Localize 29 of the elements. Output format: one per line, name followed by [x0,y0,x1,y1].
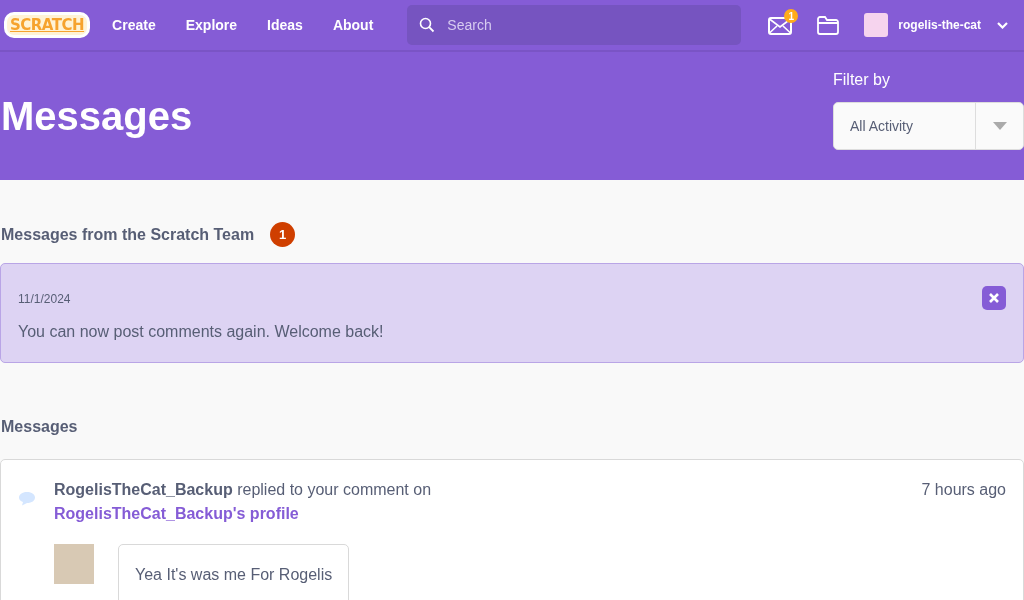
close-icon [989,293,999,303]
username-link[interactable]: rogelis-the-cat [898,16,981,34]
nav-link[interactable]: Create [112,14,156,36]
alert-date: 11/1/2024 [18,291,71,308]
speech-bubble-icon [18,491,36,507]
nav-link[interactable]: Explore [185,14,238,36]
user-avatar[interactable] [864,13,889,37]
section-heading: Messages [1,417,79,437]
message-time: 7 hours ago [921,480,1006,500]
search-icon [419,17,436,33]
filter-dropdown[interactable]: All Activity [833,102,1024,150]
avatar-placeholder [54,544,94,584]
filter-label: Filter by [833,70,891,90]
folder-icon[interactable] [816,15,841,35]
message-count: 1 [270,222,296,247]
message-text: RogelisTheCat_Backup replied to your comment on RogelisTheCat_Backup's profile [54,480,432,524]
caret-icon[interactable] [997,21,1008,29]
close-button[interactable] [982,286,1006,310]
profile-link[interactable]: RogelisTheCat_Backup's profile [54,505,299,522]
alert-text: You can now post comments again. Welcome back! [18,322,385,342]
section-heading: Messages from the Scratch Team [1,224,255,245]
notification-badge: 1 [784,9,799,23]
search-field[interactable]: Search [445,13,726,37]
nav-link[interactable]: Ideas [267,14,303,36]
comment-bubble: Yea It's was me For Rogelis [118,544,350,600]
caret-icon [992,122,1007,130]
nav-link[interactable]: About [332,14,374,36]
search-field[interactable]: Search [407,5,742,45]
page-title: Messages [1,93,193,140]
